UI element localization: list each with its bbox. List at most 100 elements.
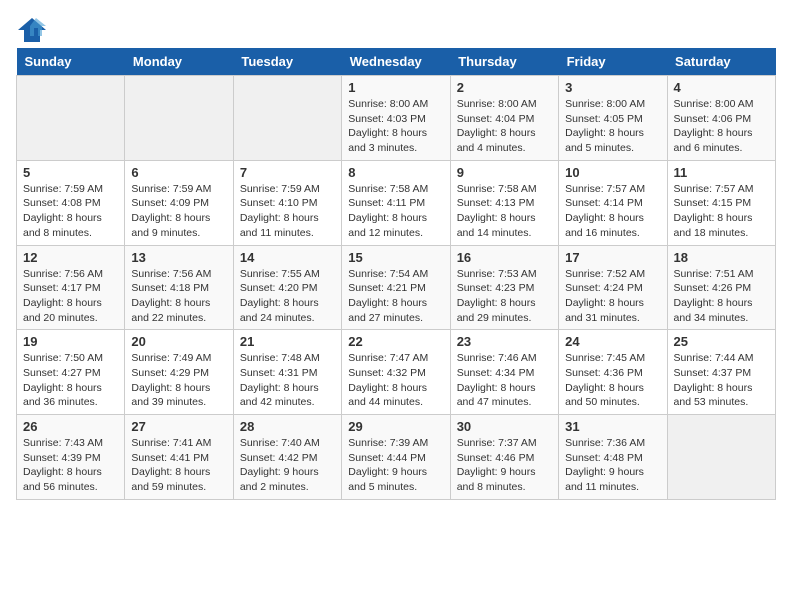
day-number: 7 bbox=[240, 165, 335, 180]
calendar-cell: 28 Sunrise: 7:40 AM Sunset: 4:42 PM Dayli… bbox=[233, 415, 341, 500]
day-info: Sunrise: 7:36 AM Sunset: 4:48 PM Dayligh… bbox=[565, 436, 660, 495]
calendar-cell: 16 Sunrise: 7:53 AM Sunset: 4:23 PM Dayli… bbox=[450, 245, 558, 330]
calendar-cell: 18 Sunrise: 7:51 AM Sunset: 4:26 PM Dayli… bbox=[667, 245, 775, 330]
calendar-cell: 23Sunrise: 7:46 AM Sunset: 4:34 PM Dayli… bbox=[450, 330, 558, 415]
day-number: 16 bbox=[457, 250, 552, 265]
page-header bbox=[16, 16, 776, 36]
day-info: Sunrise: 8:00 AM Sunset: 4:06 PM Dayligh… bbox=[674, 97, 769, 156]
day-number: 26 bbox=[23, 419, 118, 434]
day-info: Sunrise: 7:58 AM Sunset: 4:11 PM Dayligh… bbox=[348, 182, 443, 241]
calendar-cell bbox=[17, 76, 125, 161]
day-info: Sunrise: 7:53 AM Sunset: 4:23 PM Dayligh… bbox=[457, 267, 552, 326]
day-number: 17 bbox=[565, 250, 660, 265]
day-header-friday: Friday bbox=[559, 48, 667, 76]
day-info: Sunrise: 7:56 AM Sunset: 4:18 PM Dayligh… bbox=[131, 267, 226, 326]
day-info: Sunrise: 8:00 AM Sunset: 4:04 PM Dayligh… bbox=[457, 97, 552, 156]
calendar-cell: 13Sunrise: 7:56 AM Sunset: 4:18 PM Dayli… bbox=[125, 245, 233, 330]
day-number: 18 bbox=[674, 250, 769, 265]
day-info: Sunrise: 7:45 AM Sunset: 4:36 PM Dayligh… bbox=[565, 351, 660, 410]
week-row-4: 19 Sunrise: 7:50 AM Sunset: 4:27 PM Dayli… bbox=[17, 330, 776, 415]
calendar-cell: 4 Sunrise: 8:00 AM Sunset: 4:06 PM Daylig… bbox=[667, 76, 775, 161]
calendar-cell bbox=[233, 76, 341, 161]
day-info: Sunrise: 7:41 AM Sunset: 4:41 PM Dayligh… bbox=[131, 436, 226, 495]
day-info: Sunrise: 7:57 AM Sunset: 4:14 PM Dayligh… bbox=[565, 182, 660, 241]
day-number: 3 bbox=[565, 80, 660, 95]
day-info: Sunrise: 7:59 AM Sunset: 4:09 PM Dayligh… bbox=[131, 182, 226, 241]
day-info: Sunrise: 7:43 AM Sunset: 4:39 PM Dayligh… bbox=[23, 436, 118, 495]
calendar-cell: 12 Sunrise: 7:56 AM Sunset: 4:17 PM Dayli… bbox=[17, 245, 125, 330]
calendar-cell: 24 Sunrise: 7:45 AM Sunset: 4:36 PM Dayli… bbox=[559, 330, 667, 415]
day-info: Sunrise: 7:44 AM Sunset: 4:37 PM Dayligh… bbox=[674, 351, 769, 410]
logo bbox=[16, 16, 44, 36]
header-row: SundayMondayTuesdayWednesdayThursdayFrid… bbox=[17, 48, 776, 76]
day-header-monday: Monday bbox=[125, 48, 233, 76]
day-number: 27 bbox=[131, 419, 226, 434]
calendar-cell: 1 Sunrise: 8:00 AM Sunset: 4:03 PM Daylig… bbox=[342, 76, 450, 161]
day-info: Sunrise: 7:59 AM Sunset: 4:08 PM Dayligh… bbox=[23, 182, 118, 241]
day-header-sunday: Sunday bbox=[17, 48, 125, 76]
day-number: 12 bbox=[23, 250, 118, 265]
day-info: Sunrise: 7:47 AM Sunset: 4:32 PM Dayligh… bbox=[348, 351, 443, 410]
calendar-cell bbox=[667, 415, 775, 500]
calendar-cell: 11 Sunrise: 7:57 AM Sunset: 4:15 PM Dayli… bbox=[667, 160, 775, 245]
calendar-cell: 2 Sunrise: 8:00 AM Sunset: 4:04 PM Daylig… bbox=[450, 76, 558, 161]
day-header-thursday: Thursday bbox=[450, 48, 558, 76]
day-number: 8 bbox=[348, 165, 443, 180]
calendar-cell: 31 Sunrise: 7:36 AM Sunset: 4:48 PM Dayli… bbox=[559, 415, 667, 500]
calendar-cell: 25 Sunrise: 7:44 AM Sunset: 4:37 PM Dayli… bbox=[667, 330, 775, 415]
calendar-cell: 21Sunrise: 7:48 AM Sunset: 4:31 PM Dayli… bbox=[233, 330, 341, 415]
day-info: Sunrise: 7:37 AM Sunset: 4:46 PM Dayligh… bbox=[457, 436, 552, 495]
day-number: 22 bbox=[348, 334, 443, 349]
day-number: 28 bbox=[240, 419, 335, 434]
calendar-cell: 27 Sunrise: 7:41 AM Sunset: 4:41 PM Dayli… bbox=[125, 415, 233, 500]
week-row-2: 5 Sunrise: 7:59 AM Sunset: 4:08 PM Daylig… bbox=[17, 160, 776, 245]
day-number: 25 bbox=[674, 334, 769, 349]
day-info: Sunrise: 7:56 AM Sunset: 4:17 PM Dayligh… bbox=[23, 267, 118, 326]
day-number: 29 bbox=[348, 419, 443, 434]
day-header-tuesday: Tuesday bbox=[233, 48, 341, 76]
day-info: Sunrise: 7:54 AM Sunset: 4:21 PM Dayligh… bbox=[348, 267, 443, 326]
day-info: Sunrise: 7:57 AM Sunset: 4:15 PM Dayligh… bbox=[674, 182, 769, 241]
calendar-cell: 26 Sunrise: 7:43 AM Sunset: 4:39 PM Dayli… bbox=[17, 415, 125, 500]
day-info: Sunrise: 8:00 AM Sunset: 4:03 PM Dayligh… bbox=[348, 97, 443, 156]
day-number: 9 bbox=[457, 165, 552, 180]
day-info: Sunrise: 7:59 AM Sunset: 4:10 PM Dayligh… bbox=[240, 182, 335, 241]
day-number: 1 bbox=[348, 80, 443, 95]
day-number: 20 bbox=[131, 334, 226, 349]
calendar-cell: 7 Sunrise: 7:59 AM Sunset: 4:10 PM Daylig… bbox=[233, 160, 341, 245]
calendar-cell: 9Sunrise: 7:58 AM Sunset: 4:13 PM Daylig… bbox=[450, 160, 558, 245]
day-number: 23 bbox=[457, 334, 552, 349]
day-number: 10 bbox=[565, 165, 660, 180]
calendar-cell: 20Sunrise: 7:49 AM Sunset: 4:29 PM Dayli… bbox=[125, 330, 233, 415]
calendar-cell: 17 Sunrise: 7:52 AM Sunset: 4:24 PM Dayli… bbox=[559, 245, 667, 330]
day-number: 31 bbox=[565, 419, 660, 434]
calendar-table: SundayMondayTuesdayWednesdayThursdayFrid… bbox=[16, 48, 776, 500]
day-number: 2 bbox=[457, 80, 552, 95]
calendar-cell: 14Sunrise: 7:55 AM Sunset: 4:20 PM Dayli… bbox=[233, 245, 341, 330]
calendar-cell: 22 Sunrise: 7:47 AM Sunset: 4:32 PM Dayli… bbox=[342, 330, 450, 415]
day-info: Sunrise: 7:40 AM Sunset: 4:42 PM Dayligh… bbox=[240, 436, 335, 495]
calendar-cell: 6 Sunrise: 7:59 AM Sunset: 4:09 PM Daylig… bbox=[125, 160, 233, 245]
week-row-3: 12 Sunrise: 7:56 AM Sunset: 4:17 PM Dayli… bbox=[17, 245, 776, 330]
day-number: 5 bbox=[23, 165, 118, 180]
day-number: 19 bbox=[23, 334, 118, 349]
calendar-cell: 15 Sunrise: 7:54 AM Sunset: 4:21 PM Dayli… bbox=[342, 245, 450, 330]
day-info: Sunrise: 8:00 AM Sunset: 4:05 PM Dayligh… bbox=[565, 97, 660, 156]
calendar-cell: 29 Sunrise: 7:39 AM Sunset: 4:44 PM Dayli… bbox=[342, 415, 450, 500]
day-number: 15 bbox=[348, 250, 443, 265]
day-number: 6 bbox=[131, 165, 226, 180]
calendar-cell: 5 Sunrise: 7:59 AM Sunset: 4:08 PM Daylig… bbox=[17, 160, 125, 245]
calendar-cell: 3 Sunrise: 8:00 AM Sunset: 4:05 PM Daylig… bbox=[559, 76, 667, 161]
day-number: 4 bbox=[674, 80, 769, 95]
day-number: 21 bbox=[240, 334, 335, 349]
day-info: Sunrise: 7:51 AM Sunset: 4:26 PM Dayligh… bbox=[674, 267, 769, 326]
day-number: 24 bbox=[565, 334, 660, 349]
day-header-saturday: Saturday bbox=[667, 48, 775, 76]
logo-icon bbox=[16, 16, 40, 36]
day-info: Sunrise: 7:52 AM Sunset: 4:24 PM Dayligh… bbox=[565, 267, 660, 326]
day-info: Sunrise: 7:50 AM Sunset: 4:27 PM Dayligh… bbox=[23, 351, 118, 410]
calendar-cell: 10 Sunrise: 7:57 AM Sunset: 4:14 PM Dayli… bbox=[559, 160, 667, 245]
week-row-1: 1 Sunrise: 8:00 AM Sunset: 4:03 PM Daylig… bbox=[17, 76, 776, 161]
day-number: 11 bbox=[674, 165, 769, 180]
day-info: Sunrise: 7:39 AM Sunset: 4:44 PM Dayligh… bbox=[348, 436, 443, 495]
